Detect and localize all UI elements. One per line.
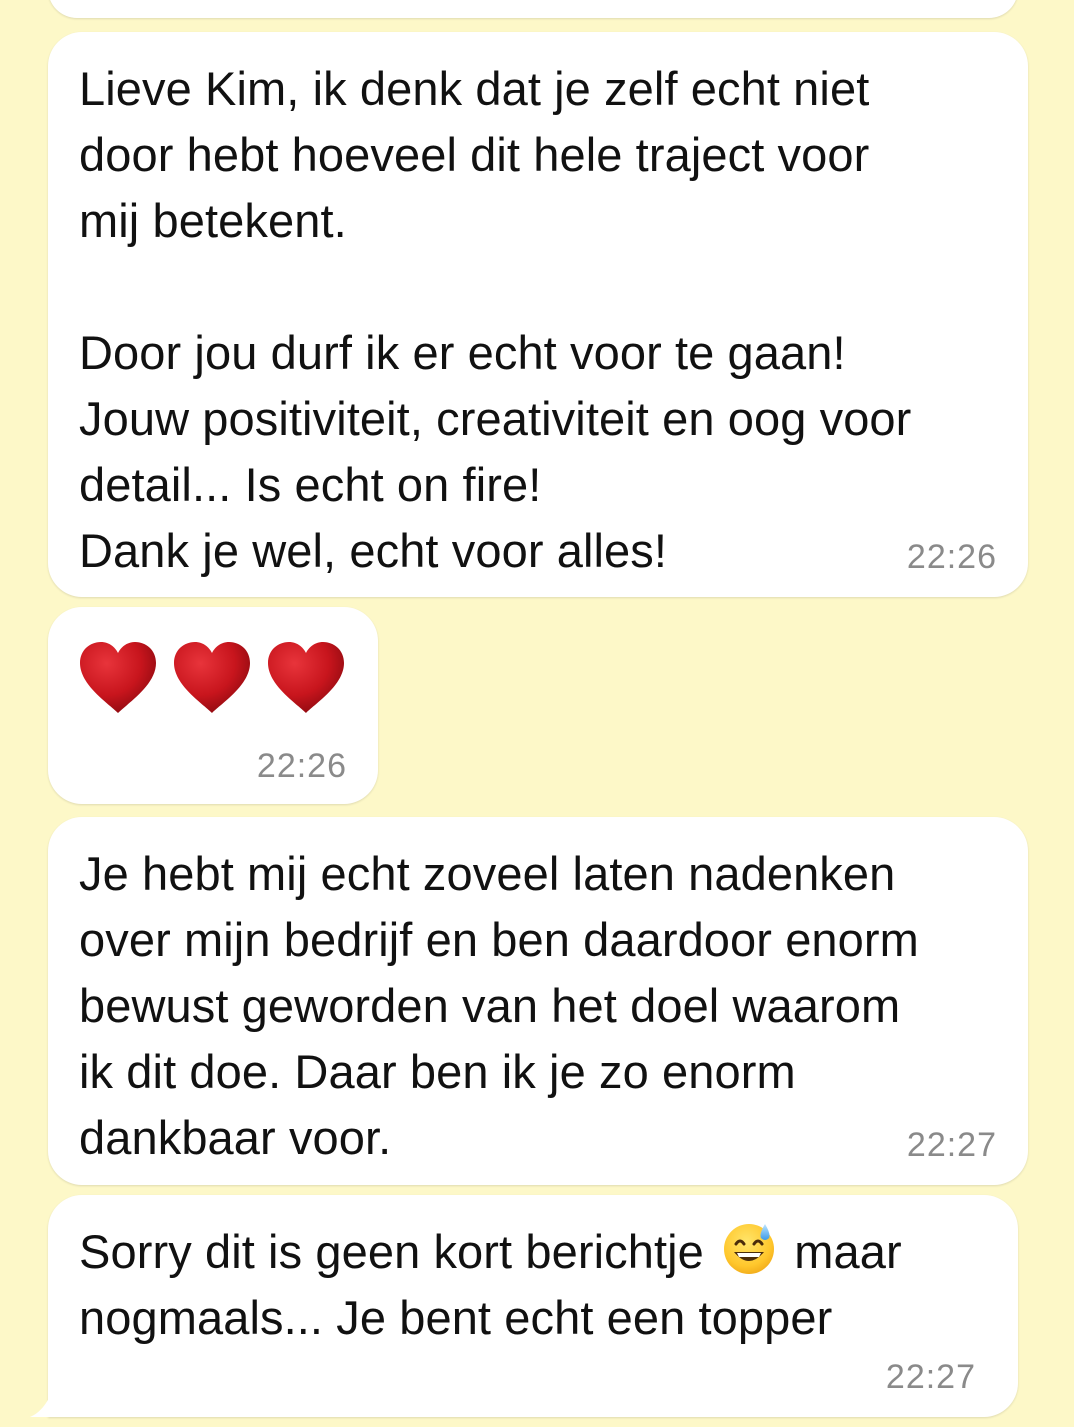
message-line: dankbaar voor. bbox=[79, 1111, 392, 1164]
message-line: bewust geworden van het doel waarom bbox=[79, 979, 901, 1032]
message-line: Door jou durf ik er echt voor te gaan! bbox=[79, 326, 846, 379]
heart-icon bbox=[172, 641, 252, 715]
message-line: over mijn bedrijf en ben daardoor enorm bbox=[79, 913, 919, 966]
heart-icon bbox=[266, 641, 346, 715]
heart-icon bbox=[78, 641, 158, 715]
message-line: Jouw positiviteit, creativiteit en oog v… bbox=[79, 392, 912, 445]
message-line: ik dit doe. Daar ben ik je zo enorm bbox=[79, 1045, 796, 1098]
message-line-part: Sorry dit is geen kort berichtje bbox=[79, 1225, 718, 1278]
grinning-face-with-sweat-icon bbox=[724, 1224, 775, 1274]
message-line: mij betekent. bbox=[79, 194, 347, 247]
message-bubble[interactable]: Je hebt mij echt zoveel laten nadenken o… bbox=[48, 817, 1028, 1185]
message-timestamp: 22:26 bbox=[906, 538, 997, 576]
previous-message-bubble[interactable] bbox=[48, 0, 1018, 18]
message-text: Lieve Kim, ik denk dat je zelf echt niet… bbox=[79, 56, 911, 584]
message-line: detail... Is echt on fire! bbox=[79, 458, 542, 511]
message-line: Lieve Kim, ik denk dat je zelf echt niet bbox=[79, 62, 870, 115]
message-line: Sorry dit is geen kort berichtje maar bbox=[79, 1219, 902, 1285]
message-line: door hebt hoeveel dit hele traject voor bbox=[79, 128, 870, 181]
message-bubble[interactable]: Sorry dit is geen kort berichtje maar no… bbox=[30, 1195, 1018, 1417]
message-line-blank bbox=[79, 254, 911, 320]
message-timestamp: 22:27 bbox=[885, 1358, 976, 1396]
message-line-part: maar bbox=[781, 1225, 902, 1278]
message-text: Sorry dit is geen kort berichtje maar no… bbox=[79, 1219, 902, 1351]
message-line: nogmaals... Je bent echt een topper bbox=[79, 1291, 833, 1344]
message-line: Dank je wel, echt voor alles! bbox=[79, 524, 668, 577]
message-timestamp: 22:26 bbox=[256, 747, 347, 785]
message-bubble[interactable]: Lieve Kim, ik denk dat je zelf echt niet… bbox=[48, 32, 1028, 597]
message-line: Je hebt mij echt zoveel laten nadenken bbox=[79, 847, 896, 900]
hearts-emoji-row bbox=[78, 641, 346, 715]
message-timestamp: 22:27 bbox=[906, 1126, 997, 1164]
message-text: Je hebt mij echt zoveel laten nadenken o… bbox=[79, 841, 919, 1171]
bubble-tail bbox=[30, 1387, 54, 1417]
emoji-message-bubble[interactable]: 22:26 bbox=[48, 607, 378, 804]
